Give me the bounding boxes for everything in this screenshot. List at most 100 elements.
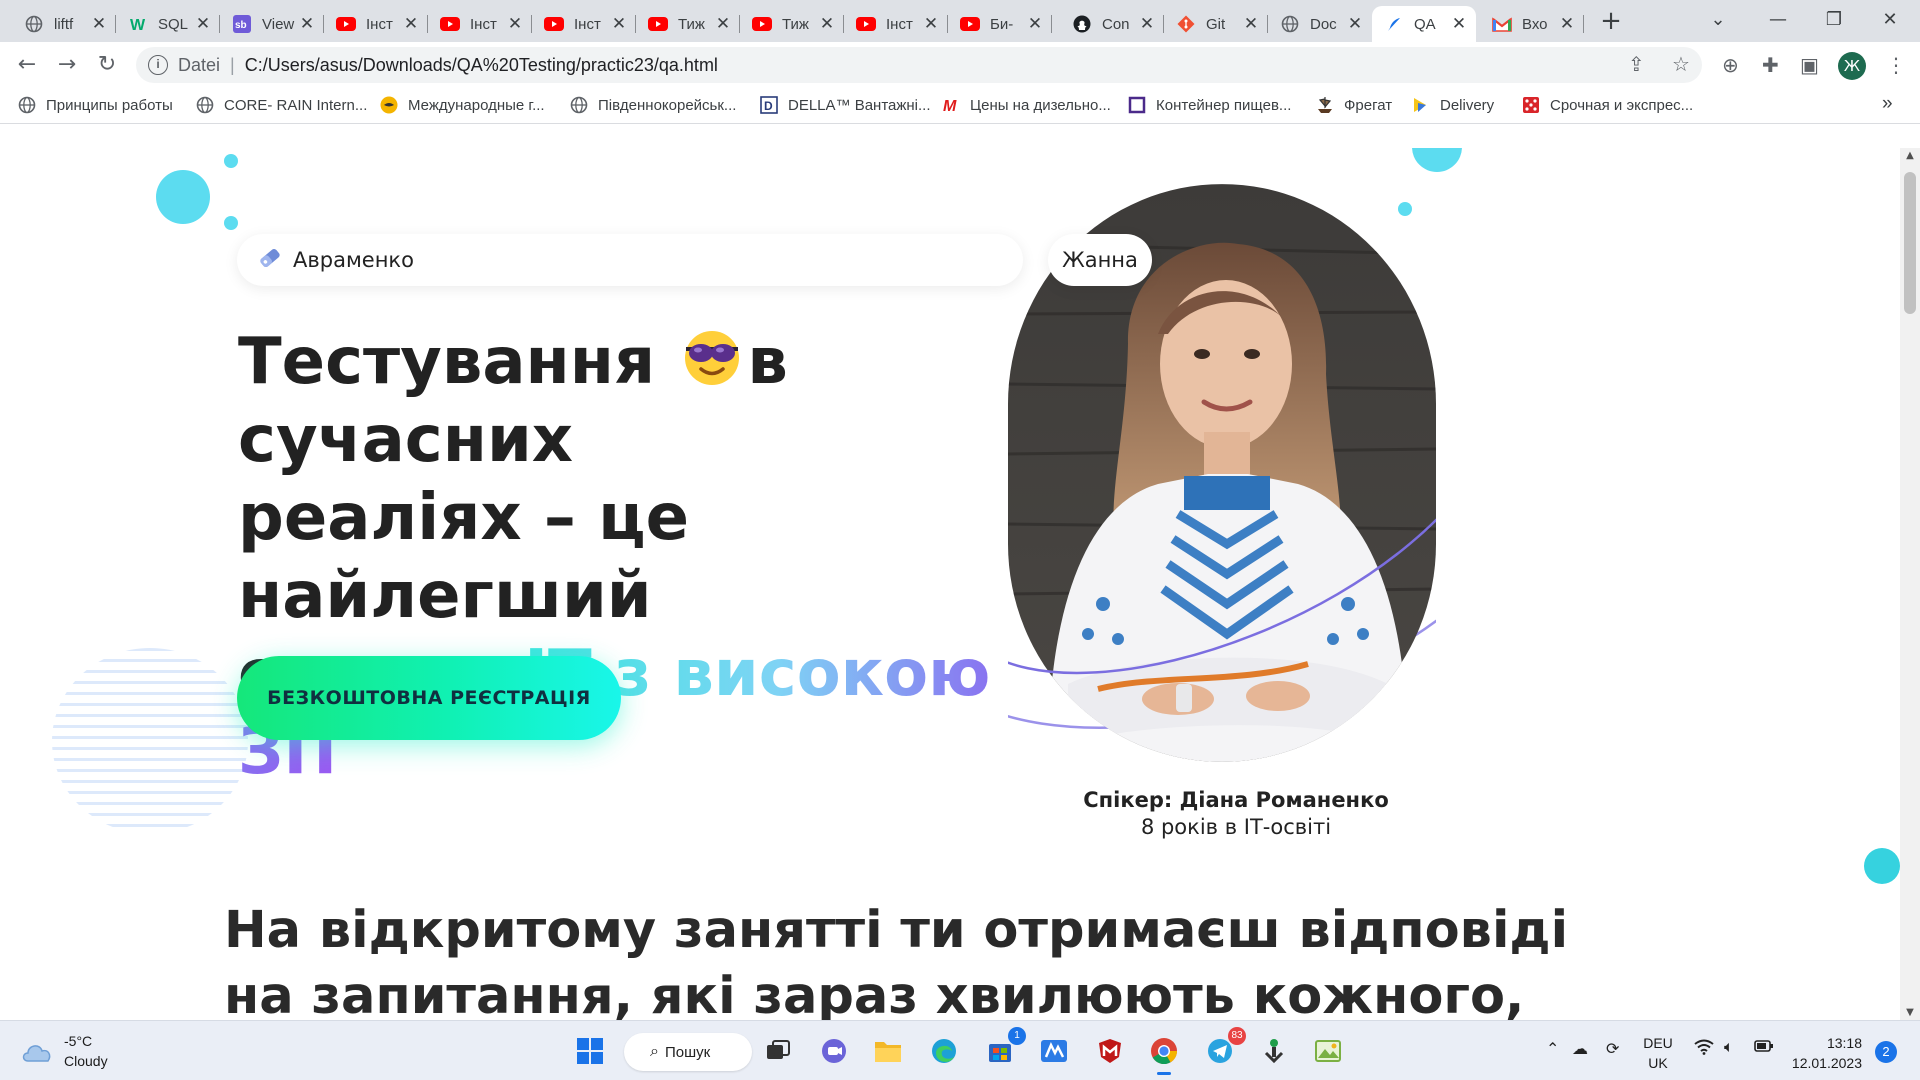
bookmark-item[interactable]: CORE- RAIN Intern... bbox=[196, 96, 367, 114]
browser-tab[interactable]: Doc ✕ bbox=[1268, 6, 1372, 42]
sync-icon[interactable]: ⟳ bbox=[1606, 1039, 1619, 1059]
maps-icon[interactable] bbox=[1034, 1031, 1074, 1071]
close-tab-icon[interactable]: ✕ bbox=[922, 14, 940, 34]
bookmark-item[interactable]: M Цены на дизельно... bbox=[942, 96, 1111, 115]
task-view-icon[interactable] bbox=[758, 1031, 798, 1071]
file-explorer-icon[interactable] bbox=[868, 1031, 908, 1071]
della-icon: D bbox=[760, 96, 778, 114]
close-tab-icon[interactable]: ✕ bbox=[298, 14, 316, 34]
bookmark-label: Фрегат bbox=[1344, 96, 1393, 114]
close-tab-icon[interactable]: ✕ bbox=[402, 14, 420, 34]
menu-icon[interactable]: ⋮ bbox=[1886, 53, 1906, 77]
browser-tab[interactable]: W SQL ✕ bbox=[116, 6, 220, 42]
onedrive-cloud-icon[interactable]: ☁ bbox=[1572, 1039, 1588, 1059]
globe-icon bbox=[24, 14, 44, 34]
browser-tab[interactable]: Інст ✕ bbox=[532, 6, 636, 42]
profile-avatar[interactable]: Ж bbox=[1838, 52, 1866, 80]
browser-tab[interactable]: Би- ✕ bbox=[948, 6, 1052, 42]
bookmarks-more-button[interactable]: » bbox=[1882, 93, 1893, 115]
show-hidden-icons-icon[interactable]: ⌃ bbox=[1546, 1039, 1559, 1059]
close-tab-icon[interactable]: ✕ bbox=[1450, 14, 1468, 34]
bookmark-item[interactable]: Принципы работы bbox=[18, 96, 173, 114]
scrollbar-thumb[interactable] bbox=[1904, 172, 1916, 314]
site-info-icon[interactable]: i bbox=[148, 55, 168, 75]
close-tab-icon[interactable]: ✕ bbox=[194, 14, 212, 34]
close-tab-icon[interactable]: ✕ bbox=[818, 14, 836, 34]
mcafee-icon[interactable] bbox=[1090, 1031, 1130, 1071]
free-registration-button[interactable]: БЕЗКОШТОВНА РЕЄСТРАЦІЯ bbox=[237, 656, 621, 740]
store-icon[interactable]: 1 bbox=[980, 1027, 1026, 1071]
close-tab-icon[interactable]: ✕ bbox=[714, 14, 732, 34]
bookmark-item[interactable]: Delivery bbox=[1412, 96, 1494, 114]
bookmark-item[interactable]: Контейнер пищев... bbox=[1128, 96, 1291, 114]
bookmark-item[interactable]: D DELLA™ Вантажні... bbox=[760, 96, 931, 114]
side-panel-icon[interactable]: ▣ bbox=[1800, 53, 1819, 77]
notification-count-badge[interactable]: 2 bbox=[1875, 1041, 1897, 1063]
bookmark-item[interactable]: Международные г... bbox=[380, 96, 545, 114]
browser-tab[interactable]: QA ✕ bbox=[1372, 6, 1476, 42]
system-clock[interactable]: 13:18 12.01.2023 bbox=[1790, 1033, 1862, 1073]
transfer-icon[interactable] bbox=[1254, 1031, 1294, 1071]
extensions-icon[interactable]: ✚ bbox=[1762, 53, 1779, 77]
close-tab-icon[interactable]: ✕ bbox=[1558, 14, 1576, 34]
browser-tab[interactable]: Тиж ✕ bbox=[740, 6, 844, 42]
close-tab-icon[interactable]: ✕ bbox=[90, 14, 108, 34]
scroll-down-arrow-icon[interactable]: ▼ bbox=[1900, 1007, 1920, 1018]
battery-icon[interactable] bbox=[1754, 1039, 1774, 1058]
tab-separator bbox=[1051, 15, 1052, 33]
close-tab-icon[interactable]: ✕ bbox=[506, 14, 524, 34]
photos-icon[interactable] bbox=[1308, 1031, 1348, 1071]
close-tab-icon[interactable]: ✕ bbox=[1242, 14, 1260, 34]
decor-dot-small bbox=[224, 216, 238, 230]
back-button[interactable]: ← bbox=[12, 50, 42, 80]
translate-icon[interactable]: ⊕ bbox=[1722, 53, 1739, 77]
bookmark-star-icon[interactable]: ☆ bbox=[1672, 52, 1690, 76]
chrome-icon[interactable] bbox=[1144, 1031, 1184, 1075]
chat-icon[interactable] bbox=[814, 1031, 854, 1071]
minimize-button[interactable]: — bbox=[1760, 4, 1796, 36]
close-tab-icon[interactable]: ✕ bbox=[1346, 14, 1364, 34]
reload-button[interactable]: ↻ bbox=[92, 50, 122, 80]
url-text[interactable]: C:/Users/asus/Downloads/QA%20Testing/pra… bbox=[245, 55, 718, 76]
browser-tab[interactable]: Інст ✕ bbox=[324, 6, 428, 42]
address-bar[interactable]: i Datei | C:/Users/asus/Downloads/QA%20T… bbox=[136, 47, 1702, 83]
tab-search-button[interactable]: ⌄ bbox=[1700, 4, 1736, 36]
share-icon[interactable]: ⇪ bbox=[1628, 52, 1645, 76]
browser-tab[interactable]: liftf ✕ bbox=[12, 6, 116, 42]
close-tab-icon[interactable]: ✕ bbox=[1026, 14, 1044, 34]
browser-tab[interactable]: Інст ✕ bbox=[844, 6, 948, 42]
first-name-field[interactable]: Жанна bbox=[1048, 234, 1152, 286]
bookmark-item[interactable]: Фрегат bbox=[1316, 96, 1392, 114]
page-scrollbar[interactable]: ▲ ▼ bbox=[1900, 148, 1920, 1020]
volume-icon[interactable]: 🔈︎ bbox=[1724, 1039, 1734, 1057]
youtube-icon bbox=[440, 14, 460, 34]
maximize-button[interactable]: ❐ bbox=[1816, 4, 1852, 36]
browser-tab[interactable]: Вхо ✕ bbox=[1480, 6, 1584, 42]
bookmark-item[interactable]: Срочная и экспрес... bbox=[1522, 96, 1693, 114]
weather-widget[interactable]: -5°C Cloudy bbox=[20, 1031, 108, 1071]
close-tab-icon[interactable]: ✕ bbox=[610, 14, 628, 34]
taskbar-search[interactable]: ⌕ Пошук bbox=[624, 1033, 752, 1071]
close-tab-icon[interactable]: ✕ bbox=[1138, 14, 1156, 34]
tab-title: Вхо bbox=[1522, 15, 1548, 33]
browser-tab[interactable]: Git ✕ bbox=[1164, 6, 1268, 42]
bookmark-label: Контейнер пищев... bbox=[1156, 96, 1292, 114]
svg-text:D: D bbox=[764, 99, 773, 113]
last-name-field[interactable]: Авраменко bbox=[237, 234, 1023, 286]
browser-tab[interactable]: sb View ✕ bbox=[220, 6, 324, 42]
new-tab-button[interactable]: + bbox=[1596, 6, 1626, 36]
browser-tab[interactable]: Con ✕ bbox=[1060, 6, 1164, 42]
forward-button[interactable]: → bbox=[52, 50, 82, 80]
language-indicator[interactable]: DEU UK bbox=[1640, 1033, 1676, 1073]
start-icon[interactable] bbox=[570, 1031, 610, 1071]
wifi-icon[interactable] bbox=[1694, 1039, 1714, 1060]
bookmark-label: Международные г... bbox=[408, 96, 545, 114]
edge-icon[interactable] bbox=[924, 1031, 964, 1071]
close-window-button[interactable]: ✕ bbox=[1872, 4, 1908, 36]
section-heading-line-2: на запитання, які зараз хвилюють кожного… bbox=[224, 967, 1525, 1020]
scroll-up-arrow-icon[interactable]: ▲ bbox=[1900, 150, 1920, 161]
browser-tab[interactable]: Тиж ✕ bbox=[636, 6, 740, 42]
telegram-icon[interactable]: 83 bbox=[1200, 1027, 1246, 1071]
browser-tab[interactable]: Інст ✕ bbox=[428, 6, 532, 42]
bookmark-item[interactable]: Південнокорейськ... bbox=[570, 96, 736, 114]
